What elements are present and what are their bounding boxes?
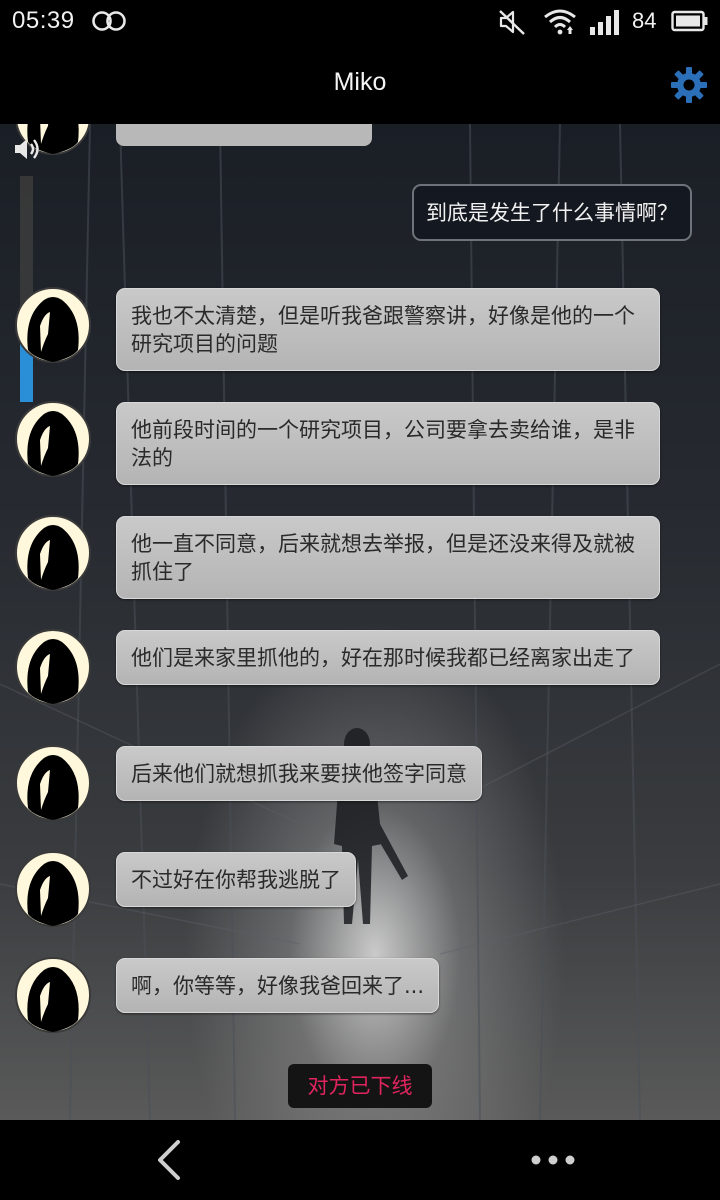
incoming-message: 啊，你等等，好像我爸回来了... xyxy=(116,958,440,1013)
message-text: 我也不太清楚，但是听我爸跟警察讲，好像是他的一个研究项目的问题 xyxy=(131,304,635,356)
message-text: 他一直不同意，后来就想去举报，但是还没来得及就被抓住了 xyxy=(131,532,635,584)
chat-area[interactable]: 到底是发生了什么事情啊？ 我也不太清楚，但是听我爸跟警察讲，好像是他的一个研究项… xyxy=(0,124,720,1120)
page-title: Miko xyxy=(333,68,387,96)
speaker-icon xyxy=(15,139,39,159)
avatar[interactable] xyxy=(14,400,92,478)
signal-icon xyxy=(590,10,619,35)
incoming-message: 他一直不同意，后来就想去举报，但是还没来得及就被抓住了 xyxy=(116,516,660,599)
offline-notice: 对方已下线 xyxy=(288,1064,432,1108)
message-text: 啊，你等等，好像我爸回来了... xyxy=(131,974,425,998)
message-text: 不过好在你帮我逃脱了 xyxy=(131,868,341,892)
avatar[interactable] xyxy=(14,628,92,706)
avatar[interactable] xyxy=(14,956,92,1034)
outgoing-message: 到底是发生了什么事情啊？ xyxy=(412,184,692,241)
message-text: 他前段时间的一个研究项目，公司要拿去卖给谁，是非法的 xyxy=(131,418,635,470)
avatar[interactable] xyxy=(14,514,92,592)
incoming-message: 我也不太清楚，但是听我爸跟警察讲，好像是他的一个研究项目的问题 xyxy=(116,288,660,371)
mute-icon xyxy=(499,10,525,35)
avatar[interactable] xyxy=(14,850,92,928)
gear-icon[interactable] xyxy=(670,66,708,104)
incoming-message: 他前段时间的一个研究项目，公司要拿去卖给谁，是非法的 xyxy=(116,402,660,485)
incoming-message: 不过好在你帮我逃脱了 xyxy=(116,852,356,907)
message-text: 后来他们就想抓我来要挟他签字同意 xyxy=(131,762,467,786)
status-bar: 05:39 84 xyxy=(0,0,720,46)
battery-icon xyxy=(671,10,708,32)
bottom-nav xyxy=(0,1120,720,1200)
avatar[interactable] xyxy=(14,286,92,364)
incoming-message: 他们是来家里抓他的，好在那时候我都已经离家出走了 xyxy=(116,630,660,685)
status-time: 05:39 xyxy=(12,7,75,34)
app-header: Miko xyxy=(0,46,720,124)
message-text: 他们是来家里抓他的，好在那时候我都已经离家出走了 xyxy=(131,646,635,670)
message-text: 到底是发生了什么事情啊？ xyxy=(426,201,678,225)
battery-level: 84 xyxy=(632,8,657,33)
dual-ring-icon xyxy=(92,11,126,31)
chevron-left-icon[interactable] xyxy=(150,1138,190,1182)
incoming-message: 后来他们就想抓我来要挟他签字同意 xyxy=(116,746,482,801)
avatar[interactable] xyxy=(14,744,92,822)
message-bubble-partial xyxy=(116,124,372,146)
more-dots-icon[interactable] xyxy=(530,1150,576,1170)
wifi-icon xyxy=(544,9,576,35)
